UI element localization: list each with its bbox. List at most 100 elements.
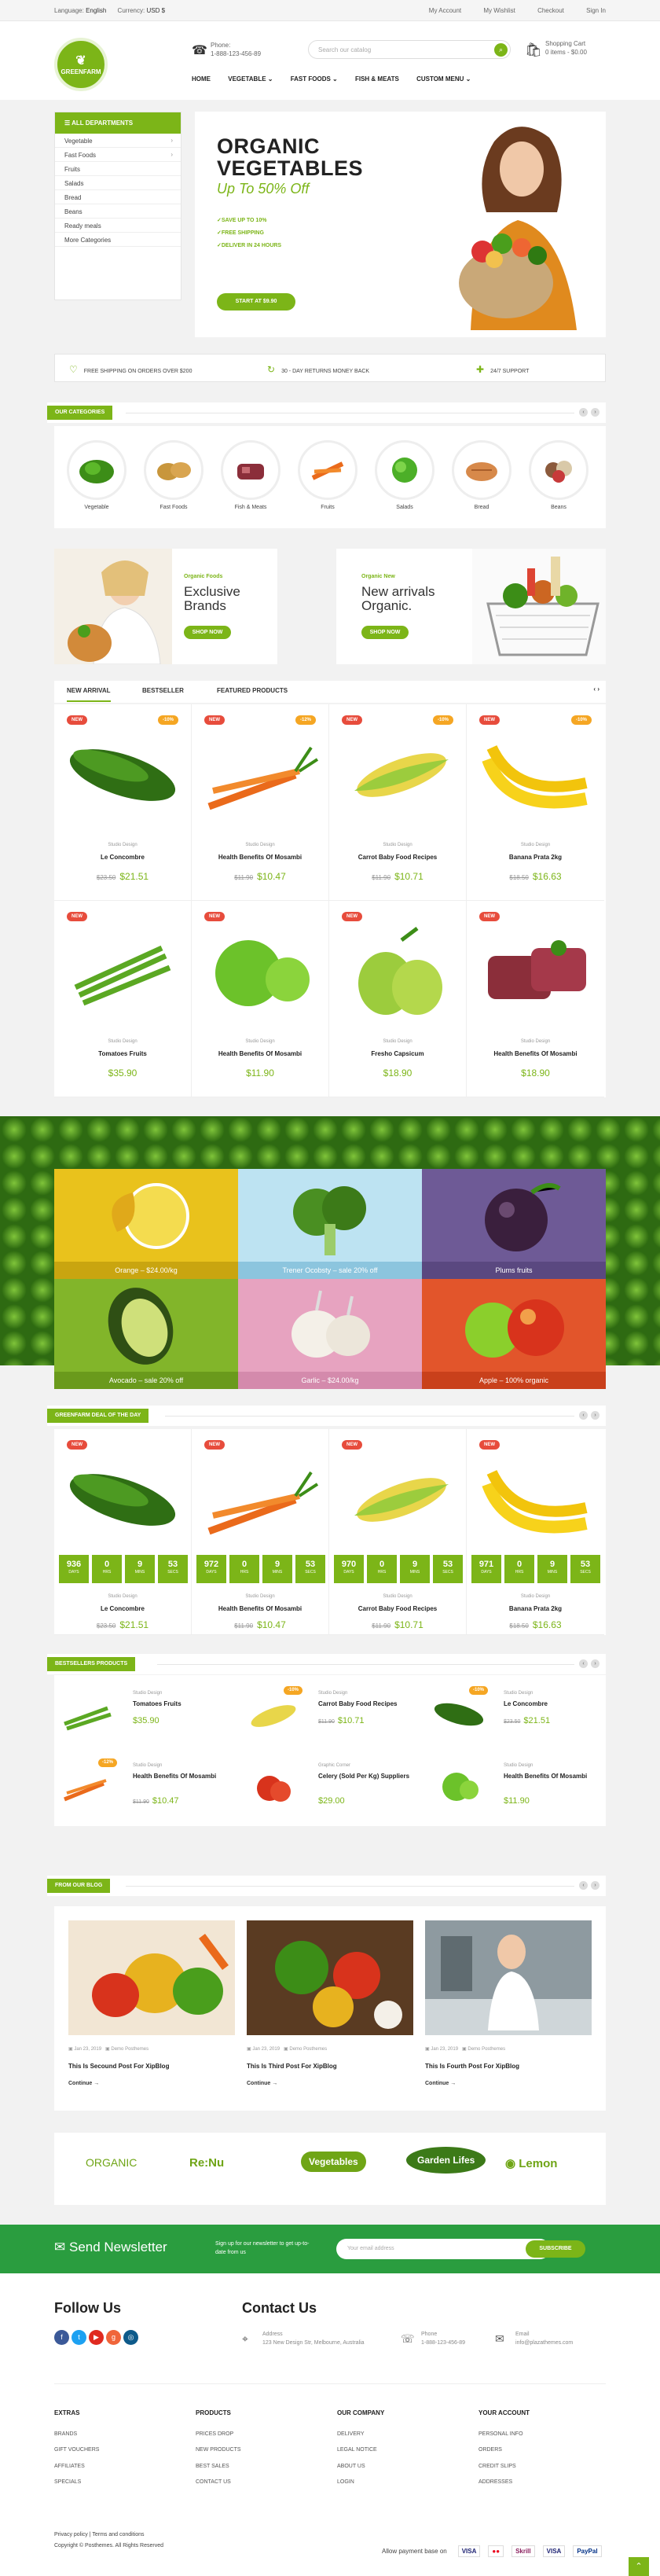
footer-link[interactable]: LEGAL NOTICE [337, 2442, 384, 2458]
banner-exclusive-brands[interactable]: Organic Foods Exclusive Brands SHOP NOW [54, 549, 277, 664]
language-select[interactable]: English [86, 7, 106, 14]
next-arrow-icon[interactable]: › [591, 1881, 600, 1890]
dept-item-bread[interactable]: Bread [55, 190, 181, 204]
category-fish-meats[interactable]: Fish & Meats [219, 440, 282, 510]
nav-home[interactable]: HOME [192, 75, 211, 83]
footer-link[interactable]: ABOUT US [337, 2459, 384, 2475]
footer-link[interactable]: PRICES DROP [196, 2427, 241, 2442]
product-name[interactable]: Banana Prata 2kg [467, 1605, 604, 1612]
product-name[interactable]: Celery (Sold Per Kg) Suppliers [318, 1773, 412, 1780]
footer-link[interactable]: BRANDS [54, 2427, 99, 2442]
newsletter-email-input[interactable]: Your email address [336, 2239, 550, 2259]
departments-header[interactable]: ☰ ALL DEPARTMENTS [55, 112, 181, 134]
banner-shop-button[interactable]: SHOP NOW [361, 626, 409, 639]
product-name[interactable]: Carrot Baby Food Recipes [329, 1605, 466, 1612]
banner-shop-button[interactable]: SHOP NOW [184, 626, 231, 639]
continue-link[interactable]: Continue → [247, 2081, 413, 2086]
instagram-icon[interactable]: ◎ [123, 2330, 138, 2345]
shopping-cart[interactable]: 🛍 Shopping Cart 0 items - $0.00 [525, 39, 587, 57]
post-title[interactable]: This Is Secound Post For XipBlog [68, 2063, 235, 2070]
category-fast-foods[interactable]: Fast Foods [142, 440, 205, 510]
checkout-link[interactable]: Checkout [537, 7, 564, 14]
tab-featured-products[interactable]: FEATURED PRODUCTS [217, 687, 288, 694]
site-logo[interactable]: ❦ GREENFARM [54, 38, 108, 91]
brand-logo-organic[interactable]: ORGANIC [86, 2156, 137, 2169]
bestseller-item[interactable]: Graphic Corner Celery (Sold Per Kg) Suppl… [240, 1754, 420, 1817]
footer-link[interactable]: LOGIN [337, 2475, 384, 2490]
search-input[interactable]: Search our catalog ⌕ [308, 40, 511, 59]
product-name[interactable]: Carrot Baby Food Recipes [329, 854, 466, 861]
product-name[interactable]: Health Benefits Of Mosambi [192, 854, 328, 861]
continue-link[interactable]: Continue → [425, 2081, 592, 2086]
dept-item-fast-foods[interactable]: Fast Foods › [55, 148, 181, 162]
twitter-icon[interactable]: t [72, 2330, 86, 2345]
product-name[interactable]: Health Benefits Of Mosambi [192, 1605, 328, 1612]
product-name[interactable]: Le Concombre [54, 854, 191, 861]
category-fruits[interactable]: Fruits [296, 440, 359, 510]
brand-logo-vegetables[interactable]: Vegetables [301, 2152, 366, 2172]
tab-bestseller[interactable]: BESTSELLER [142, 687, 184, 694]
deal-card[interactable]: NEW 972 DAYS 0 HRS 9 MINS 53 SECS Studio Design… [192, 1429, 329, 1635]
product-card[interactable]: NEW -10% Studio Design Carrot Baby Food R… [329, 704, 467, 901]
product-card[interactable]: NEW Studio Design Health Benefits Of Mos… [467, 901, 604, 1097]
nav-fast-foods[interactable]: FAST FOODS ⌄ [291, 75, 338, 83]
product-card[interactable]: NEW Studio Design Fresho Capsicum $18.90 [329, 901, 467, 1097]
post-title[interactable]: This Is Fourth Post For XipBlog [425, 2063, 592, 2070]
youtube-icon[interactable]: ▶ [89, 2330, 104, 2345]
product-name[interactable]: Health Benefits Of Mosambi [504, 1773, 598, 1780]
dept-item-salads[interactable]: Salads [55, 176, 181, 190]
product-name[interactable]: Health Benefits Of Mosambi [133, 1773, 227, 1780]
bestseller-item[interactable]: -10% Studio Design Le Concombre $23.50 $21.5… [425, 1681, 606, 1744]
banner-new-arrivals[interactable]: Organic New New arrivals Organic. SHOP NO… [336, 549, 606, 664]
tab-new-arrival[interactable]: NEW ARRIVAL [67, 687, 111, 702]
dept-item-fruits[interactable]: Fruits [55, 162, 181, 176]
next-arrow-icon[interactable]: › [591, 1411, 600, 1420]
next-arrow-icon[interactable]: › [597, 685, 600, 693]
promo-tile-broccoli[interactable]: Trener Ocobsty – sale 20% off [238, 1169, 422, 1279]
prev-arrow-icon[interactable]: ‹ [579, 1659, 588, 1668]
prev-arrow-icon[interactable]: ‹ [579, 408, 588, 417]
footer-link[interactable]: PERSONAL INFO [478, 2427, 530, 2442]
product-name[interactable]: Health Benefits Of Mosambi [467, 1050, 604, 1057]
dept-item-ready-meals[interactable]: Ready meals [55, 219, 181, 233]
bestseller-item[interactable]: Studio Design Health Benefits Of Mosambi $… [425, 1754, 606, 1817]
nav-vegetable[interactable]: VEGETABLE ⌄ [228, 75, 273, 83]
category-salads[interactable]: Salads [373, 440, 436, 510]
promo-tile-avocado[interactable]: Avocado – sale 20% off [54, 1279, 238, 1389]
blog-post[interactable]: ▣ Jan 23, 2019 ▣ Demo Posthemes This Is … [425, 1920, 592, 2086]
nav-fish-meats[interactable]: FISH & MEATS [355, 75, 399, 83]
product-name[interactable]: Tomatoes Fruits [133, 1700, 227, 1708]
product-card[interactable]: NEW -10% Studio Design Banana Prata 2kg $… [467, 704, 604, 901]
continue-link[interactable]: Continue → [68, 2081, 235, 2086]
nav-custom-menu[interactable]: CUSTOM MENU ⌄ [416, 75, 471, 83]
hero-shop-button[interactable]: START AT $9.90 [217, 293, 295, 311]
product-name[interactable]: Fresho Capsicum [329, 1050, 466, 1057]
currency-select[interactable]: USD $ [146, 7, 165, 14]
footer-link[interactable]: ORDERS [478, 2442, 530, 2458]
footer-link[interactable]: BEST SALES [196, 2459, 241, 2475]
product-name[interactable]: Health Benefits Of Mosambi [192, 1050, 328, 1057]
prev-arrow-icon[interactable]: ‹ [579, 1411, 588, 1420]
deal-card[interactable]: NEW 970 DAYS 0 HRS 9 MINS 53 SECS Studio Design… [329, 1429, 467, 1635]
promo-tile-garlic[interactable]: Garlic – $24.00/kg [238, 1279, 422, 1389]
dept-item-vegetable[interactable]: Vegetable › [55, 134, 181, 148]
brand-logo-lemon[interactable]: ◉ Lemon [505, 2156, 557, 2170]
footer-link[interactable]: GIFT VOUCHERS [54, 2442, 99, 2458]
privacy-links[interactable]: Privacy policy | Terms and conditions [54, 2530, 163, 2541]
back-to-top-button[interactable]: ⌃ [629, 2557, 649, 2576]
deal-card[interactable]: NEW 971 DAYS 0 HRS 9 MINS 53 SECS Studio Design… [467, 1429, 604, 1635]
product-name[interactable]: Banana Prata 2kg [467, 854, 604, 861]
sign-in-link[interactable]: Sign In [586, 7, 606, 14]
product-name[interactable]: Le Concombre [54, 1605, 191, 1612]
promo-tile-orange[interactable]: Orange – $24.00/kg [54, 1169, 238, 1279]
my-wishlist-link[interactable]: My Wishlist [483, 7, 515, 14]
bestseller-item[interactable]: -12% Studio Design Health Benefits Of Mosa… [54, 1754, 235, 1817]
brand-logo-renu[interactable]: Re:Nu [189, 2156, 224, 2170]
footer-link[interactable]: SPECIALS [54, 2475, 99, 2490]
promo-tile-plums[interactable]: Plums fruits [422, 1169, 606, 1279]
footer-link[interactable]: ADDRESSES [478, 2475, 530, 2490]
email-value[interactable]: info@plazathemes.com [515, 2339, 573, 2347]
promo-tile-apple[interactable]: Apple – 100% organic [422, 1279, 606, 1389]
footer-link[interactable]: NEW PRODUCTS [196, 2442, 241, 2458]
brand-logo-garden-lifes[interactable]: Garden Lifes [406, 2147, 486, 2174]
